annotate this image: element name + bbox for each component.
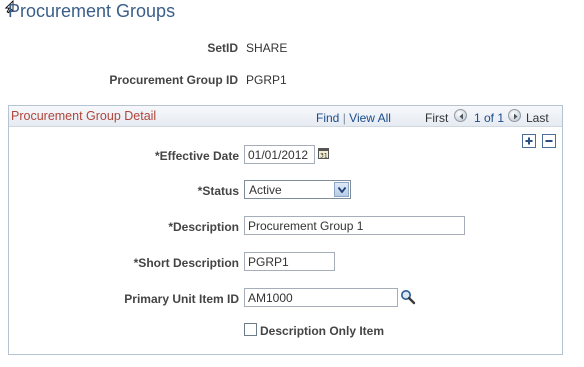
first-label: First [425,111,449,125]
delete-row-button[interactable] [542,134,556,148]
procurement-group-id-value: PGRP1 [246,73,287,87]
procurement-group-id-label: Procurement Group ID [109,73,238,87]
group-title: Procurement Group Detail [11,109,157,123]
primary-unit-item-id-label: Primary Unit Item ID [124,292,239,306]
lookup-magnifier-icon[interactable] [400,289,416,305]
scroll-nav-links: Find | View All [316,111,391,125]
setid-label: SetID [207,41,238,55]
find-link[interactable]: Find [316,111,339,125]
setid-value: SHARE [246,41,288,55]
short-description-input[interactable] [244,252,335,271]
calendar-icon[interactable]: 31 [318,148,329,159]
short-description-label: *Short Description [133,256,239,270]
row-range: 1 of 1 [474,111,505,125]
status-label: *Status [197,184,239,198]
add-row-icon [525,137,533,145]
dropdown-arrow-icon[interactable] [334,182,349,197]
svg-text:31: 31 [320,153,328,159]
view-all-link[interactable]: View All [349,111,391,125]
last-label: Last [526,111,549,125]
prev-arrow-icon [459,113,463,120]
procurement-group-detail-box: Procurement Group Detail Find | View All… [8,105,563,355]
delete-row-icon [545,140,553,142]
effective-date-label: *Effective Date [154,149,239,163]
description-only-label: Description Only Item [260,324,385,338]
description-label: *Description [168,220,239,234]
primary-unit-item-id-input[interactable] [244,288,398,307]
status-selected-value: Active [249,183,282,197]
description-only-checkbox[interactable] [244,323,257,336]
nav-separator: | [342,111,346,125]
description-input[interactable] [244,216,465,235]
status-select[interactable]: Active [244,180,351,199]
effective-date-input[interactable] [244,145,315,164]
prev-row-button[interactable] [454,109,467,122]
next-arrow-icon [514,113,518,120]
next-row-button[interactable] [508,109,521,122]
add-row-button[interactable] [522,134,536,148]
group-header: Procurement Group Detail Find | View All… [9,106,562,127]
page-title: Procurement Groups [8,1,176,21]
